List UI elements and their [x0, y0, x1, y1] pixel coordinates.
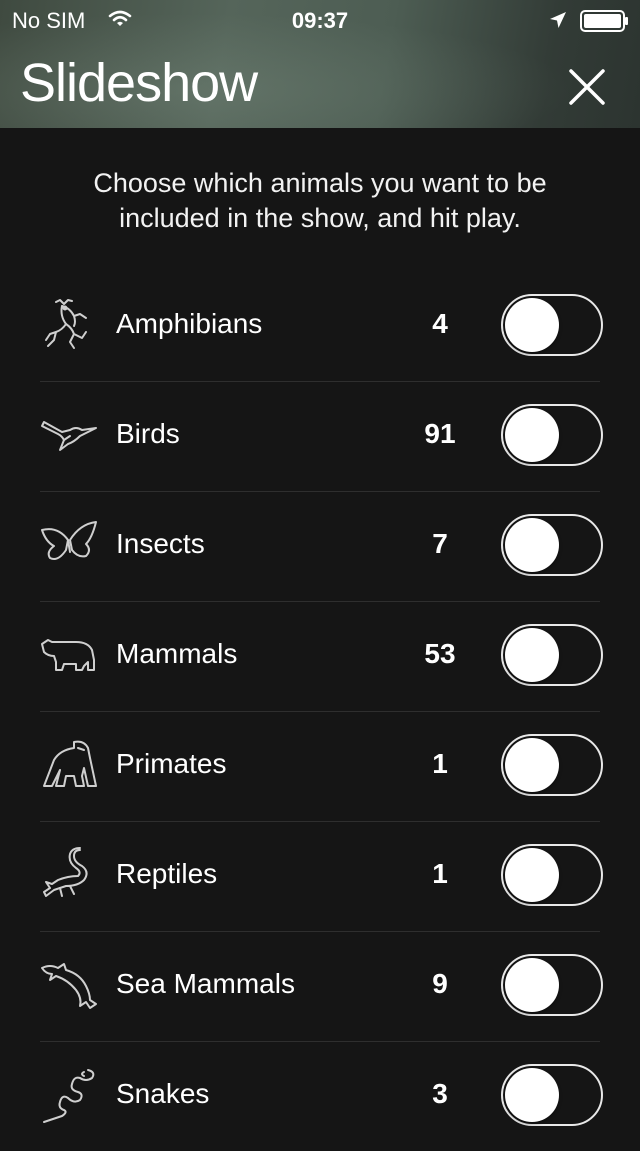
list-item-primates: Primates 1	[40, 712, 603, 822]
lizard-icon	[40, 846, 98, 904]
category-label: Reptiles	[116, 858, 218, 889]
category-label: Primates	[116, 748, 227, 779]
category-label: Snakes	[116, 1078, 210, 1109]
category-label: Sea Mammals	[116, 968, 295, 999]
list-item-mammals: Mammals 53	[40, 602, 603, 712]
list-item-insects: Insects 7	[40, 492, 603, 602]
list-item-reptiles: Reptiles 1	[40, 822, 603, 932]
toggle-knob	[505, 518, 559, 572]
category-label: Birds	[116, 418, 180, 449]
list-item-birds: Birds 91	[40, 382, 603, 492]
birds-toggle[interactable]	[501, 404, 603, 466]
category-list: Amphibians 4 Birds 91 Insects 7 Mammals …	[40, 272, 603, 1151]
sea-mammals-toggle[interactable]	[501, 954, 603, 1016]
toggle-knob	[505, 408, 559, 462]
toggle-knob	[505, 298, 559, 352]
status-time: 09:37	[291, 8, 349, 33]
close-icon	[569, 69, 605, 105]
list-item-sea-mammals: Sea Mammals 9	[40, 932, 603, 1042]
category-label: Mammals	[116, 638, 238, 669]
close-button[interactable]	[560, 60, 614, 114]
reptiles-toggle[interactable]	[501, 844, 603, 906]
toggle-knob	[505, 628, 559, 682]
snake-icon	[40, 1066, 98, 1124]
insects-toggle[interactable]	[501, 514, 603, 576]
page-title: Slideshow	[20, 53, 258, 113]
status-bar: No SIM 09:37	[0, 0, 640, 40]
category-count: 7	[432, 528, 448, 559]
snakes-toggle[interactable]	[501, 1064, 603, 1126]
gorilla-icon	[40, 736, 98, 794]
dolphin-icon	[40, 956, 98, 1014]
toggle-knob	[505, 738, 559, 792]
toggle-knob	[505, 1068, 559, 1122]
toggle-knob	[505, 958, 559, 1012]
amphibians-toggle[interactable]	[501, 294, 603, 356]
mammals-toggle[interactable]	[501, 624, 603, 686]
category-count: 3	[432, 1078, 448, 1109]
frog-icon	[40, 296, 98, 354]
toggle-knob	[505, 848, 559, 902]
intro-text: Choose which animals you want to be incl…	[93, 168, 547, 233]
location-arrow-icon	[548, 10, 568, 36]
hummingbird-icon	[40, 406, 98, 464]
category-count: 9	[432, 968, 448, 999]
category-label: Insects	[116, 528, 205, 559]
category-label: Amphibians	[116, 308, 263, 339]
category-count: 1	[432, 748, 448, 779]
bear-icon	[40, 626, 98, 684]
category-count: 53	[424, 638, 456, 669]
butterfly-icon	[40, 516, 98, 574]
category-count: 4	[432, 308, 448, 339]
battery-icon	[580, 10, 630, 38]
primates-toggle[interactable]	[501, 734, 603, 796]
list-item-snakes: Snakes 3	[40, 1042, 603, 1151]
list-item-amphibians: Amphibians 4	[40, 272, 603, 382]
category-count: 91	[424, 418, 456, 449]
category-count: 1	[432, 858, 448, 889]
